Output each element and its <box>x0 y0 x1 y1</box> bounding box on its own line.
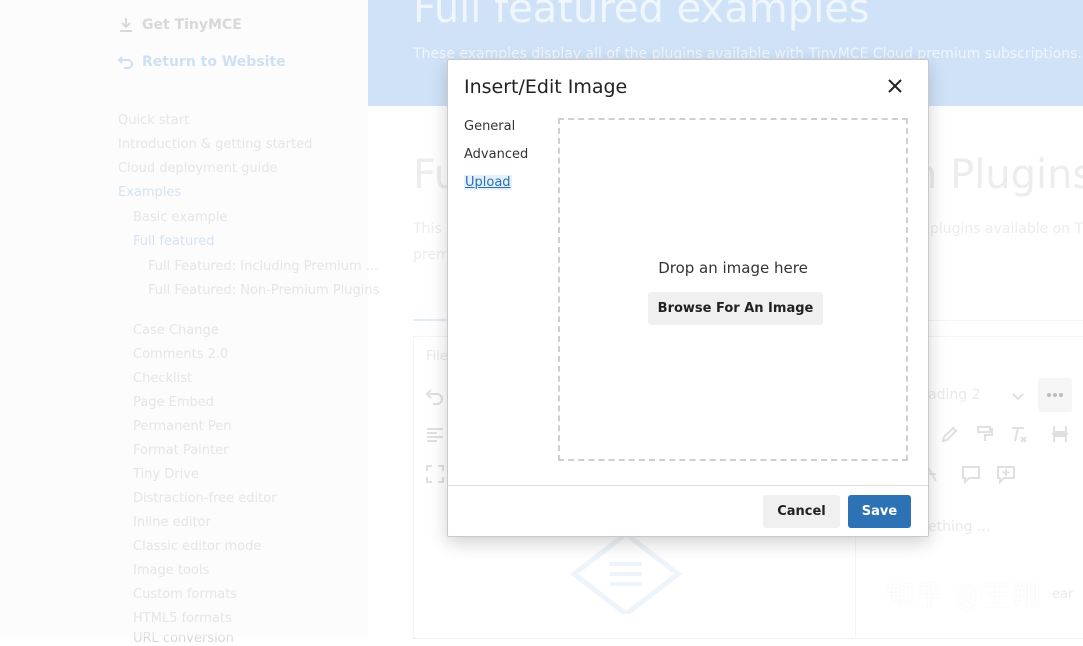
insert-edit-image-dialog: Insert/Edit Image General Advanced Upload … <box>447 59 929 537</box>
dialog-close-button[interactable] <box>880 72 910 100</box>
drop-text: Drop an image here <box>658 259 808 277</box>
dialog-footer-divider <box>448 485 928 486</box>
cancel-button[interactable]: Cancel <box>763 495 840 528</box>
dialog-tab-advanced[interactable]: Advanced <box>464 147 528 162</box>
dialog-title: Insert/Edit Image <box>464 76 628 98</box>
dialog-tab-general[interactable]: General <box>464 119 515 134</box>
image-dropzone[interactable]: Drop an image here Browse For An Image <box>558 118 908 461</box>
browse-image-button[interactable]: Browse For An Image <box>648 292 823 325</box>
save-button[interactable]: Save <box>848 495 911 528</box>
close-icon <box>888 79 902 93</box>
dialog-tab-upload[interactable]: Upload <box>464 175 512 190</box>
